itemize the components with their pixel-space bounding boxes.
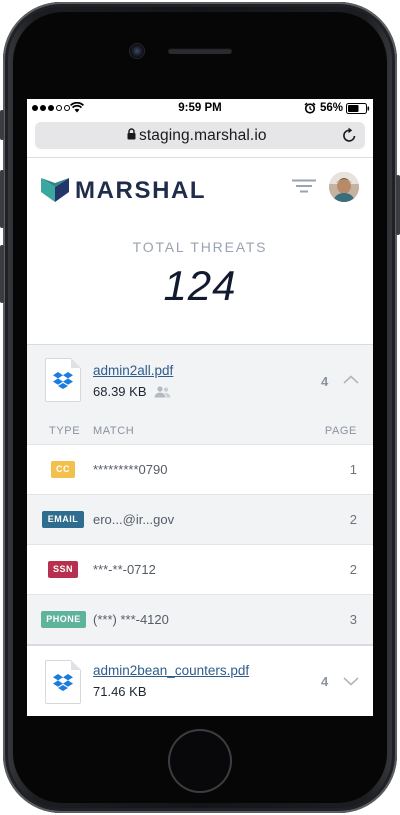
type-badge-ssn: SSN	[48, 561, 78, 578]
match-value: *********0790	[93, 462, 168, 477]
chevron-up-icon[interactable]	[343, 375, 359, 384]
page-number: 3	[349, 612, 357, 627]
file-size: 71.46 KB	[93, 684, 147, 699]
file-thumbnail	[45, 358, 81, 402]
lock-icon	[127, 128, 136, 140]
volume-down-button	[0, 245, 4, 303]
home-button[interactable]	[170, 731, 230, 791]
file-name-link[interactable]: admin2all.pdf	[93, 363, 173, 378]
mute-switch	[0, 110, 4, 140]
file-row-collapsed[interactable]: admin2bean_counters.pdf 71.46 KB 4	[27, 644, 373, 716]
status-bar: 9:59 PM 56%	[27, 99, 373, 119]
file-name-link[interactable]: admin2bean_counters.pdf	[93, 663, 249, 678]
table-row[interactable]: CC *********0790 1	[27, 444, 373, 494]
dropbox-icon	[53, 674, 73, 691]
marshal-logo-icon[interactable]	[40, 175, 70, 203]
match-value: ***-**-0712	[93, 562, 156, 577]
threat-count: 4	[321, 674, 329, 689]
chevron-down-icon[interactable]	[343, 677, 359, 686]
address-bar[interactable]: staging.marshal.io	[35, 122, 365, 149]
table-row[interactable]: PHONE (***) ***-4120 3	[27, 594, 373, 644]
battery-percent: 56%	[320, 102, 344, 114]
front-camera	[130, 44, 144, 58]
filter-icon[interactable]	[292, 179, 316, 193]
earpiece-speaker	[168, 48, 232, 54]
column-header-page: PAGE	[324, 425, 357, 437]
page-number: 2	[349, 512, 357, 527]
column-header-match: MATCH	[93, 425, 135, 437]
shared-users-icon	[154, 386, 171, 398]
logo-text: MARSHAL	[75, 177, 207, 204]
table-row[interactable]: SSN ***-**-0712 2	[27, 544, 373, 594]
file-row-expanded[interactable]: admin2all.pdf 68.39 KB 4 TYPE MATCH PAGE	[27, 344, 373, 444]
type-badge-phone: PHONE	[41, 611, 86, 628]
app-header: MARSHAL	[27, 158, 373, 218]
page-number: 1	[349, 462, 357, 477]
type-badge-cc: CC	[51, 461, 75, 478]
reload-icon[interactable]	[342, 127, 357, 143]
alarm-icon	[304, 102, 316, 114]
volume-up-button	[0, 170, 4, 228]
match-value: ero...@ir...gov	[93, 512, 175, 527]
url-text: staging.marshal.io	[139, 127, 267, 144]
total-threats-label: TOTAL THREATS	[132, 239, 268, 255]
match-value: (***) ***-4120	[93, 612, 169, 627]
file-size: 68.39 KB	[93, 384, 147, 399]
power-button	[396, 175, 400, 235]
type-badge-email: EMAIL	[42, 511, 84, 528]
table-row[interactable]: EMAIL ero...@ir...gov 2	[27, 494, 373, 544]
column-header-type: TYPE	[49, 425, 81, 437]
file-thumbnail	[45, 660, 81, 704]
battery-icon	[346, 103, 370, 114]
threat-count: 4	[321, 374, 329, 389]
screen: 9:59 PM 56% staging.marshal.io MARSHAL T…	[27, 99, 373, 716]
dropbox-icon	[53, 372, 73, 389]
total-threats-count: 124	[163, 262, 237, 309]
avatar[interactable]	[329, 172, 359, 202]
page-number: 2	[349, 562, 357, 577]
